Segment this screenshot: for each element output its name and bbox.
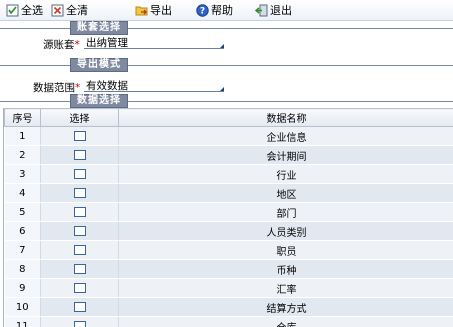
row-seq: 4 [4, 183, 41, 203]
dropdown-corner-icon [220, 87, 224, 91]
clear-all-button[interactable]: 全清 [51, 2, 88, 18]
row-checkbox[interactable] [73, 301, 86, 312]
row-select-cell [40, 202, 119, 222]
column-header-seq[interactable]: 序号 [4, 108, 41, 127]
row-seq: 6 [4, 221, 41, 241]
svg-text:?: ? [200, 6, 205, 16]
row-select-cell [40, 221, 119, 241]
table-row[interactable]: 8 币种 [4, 259, 453, 279]
row-seq: 2 [4, 145, 41, 165]
row-seq: 1 [4, 126, 41, 146]
help-button[interactable]: ? 帮助 [196, 2, 233, 18]
row-checkbox[interactable] [73, 320, 86, 327]
data-grid: 序号 选择 数据名称 1 企业信息 2 会计期间 3 行业 4 地区 5 部门 6 人员类别 7 职员 8 币… [3, 108, 453, 327]
data-range-label: 数据范围* [33, 82, 81, 94]
source-account-label: 源账套* [43, 39, 80, 51]
row-data-name: 职员 [118, 240, 453, 260]
row-checkbox[interactable] [73, 168, 86, 179]
row-data-name: 部门 [118, 202, 453, 222]
account-section-header: 账套选择 [70, 21, 128, 35]
export-mode-section-divider [0, 65, 453, 66]
select-all-label: 全选 [21, 4, 43, 17]
row-checkbox[interactable] [73, 225, 86, 236]
row-seq: 11 [4, 316, 41, 327]
select-all-icon [6, 4, 19, 17]
row-seq: 5 [4, 202, 41, 222]
row-select-cell [40, 316, 119, 327]
row-seq: 7 [4, 240, 41, 260]
exit-label: 退出 [270, 4, 292, 17]
table-row[interactable]: 3 行业 [4, 164, 453, 184]
help-label: 帮助 [211, 4, 233, 17]
row-select-cell [40, 297, 119, 317]
row-select-cell [40, 240, 119, 260]
row-select-cell [40, 164, 119, 184]
exit-icon [255, 4, 268, 17]
export-mode-section-header: 导出模式 [70, 58, 128, 72]
export-folder-icon [135, 4, 148, 17]
row-select-cell [40, 183, 119, 203]
row-select-cell [40, 126, 119, 146]
row-data-name: 仓库 [118, 316, 453, 327]
row-data-name: 企业信息 [118, 126, 453, 146]
row-select-cell [40, 259, 119, 279]
row-data-name: 地区 [118, 183, 453, 203]
table-row[interactable]: 1 企业信息 [4, 126, 453, 146]
row-checkbox[interactable] [73, 282, 86, 293]
help-icon: ? [196, 3, 209, 17]
row-data-name: 人员类别 [118, 221, 453, 241]
exit-button[interactable]: 退出 [255, 2, 292, 18]
row-checkbox[interactable] [73, 130, 86, 141]
select-all-button[interactable]: 全选 [6, 2, 43, 18]
row-checkbox[interactable] [73, 263, 86, 274]
export-label: 导出 [150, 4, 172, 17]
row-checkbox[interactable] [73, 206, 86, 217]
row-seq: 3 [4, 164, 41, 184]
row-checkbox[interactable] [73, 187, 86, 198]
row-seq: 9 [4, 278, 41, 298]
table-row[interactable]: 5 部门 [4, 202, 453, 222]
row-data-name: 行业 [118, 164, 453, 184]
row-seq: 10 [4, 297, 41, 317]
row-select-cell [40, 145, 119, 165]
row-data-name: 会计期间 [118, 145, 453, 165]
table-row[interactable]: 11 仓库 [4, 316, 453, 327]
row-checkbox[interactable] [73, 149, 86, 160]
column-header-name[interactable]: 数据名称 [118, 108, 453, 127]
toolbar: 全选 全清 导出 ? 帮助 退出 [0, 0, 453, 21]
row-checkbox[interactable] [73, 244, 86, 255]
data-select-section-header: 数据选择 [70, 94, 128, 108]
dropdown-corner-icon [220, 44, 224, 48]
row-data-name: 币种 [118, 259, 453, 279]
row-select-cell [40, 278, 119, 298]
clear-all-icon [51, 4, 64, 17]
table-row[interactable]: 9 汇率 [4, 278, 453, 298]
column-header-select[interactable]: 选择 [40, 108, 119, 127]
row-data-name: 结算方式 [118, 297, 453, 317]
data-select-section-divider [0, 101, 453, 102]
source-account-input[interactable]: 出纳管理 [84, 37, 224, 49]
grid-header-row: 序号 选择 数据名称 [4, 108, 453, 127]
table-row[interactable]: 6 人员类别 [4, 221, 453, 241]
row-data-name: 汇率 [118, 278, 453, 298]
account-section-divider [0, 28, 453, 29]
clear-all-label: 全清 [66, 4, 88, 17]
table-row[interactable]: 4 地区 [4, 183, 453, 203]
export-button[interactable]: 导出 [135, 2, 172, 18]
data-range-input[interactable]: 有效数据 [84, 80, 224, 92]
table-row[interactable]: 10 结算方式 [4, 297, 453, 317]
row-seq: 8 [4, 259, 41, 279]
table-row[interactable]: 2 会计期间 [4, 145, 453, 165]
table-row[interactable]: 7 职员 [4, 240, 453, 260]
